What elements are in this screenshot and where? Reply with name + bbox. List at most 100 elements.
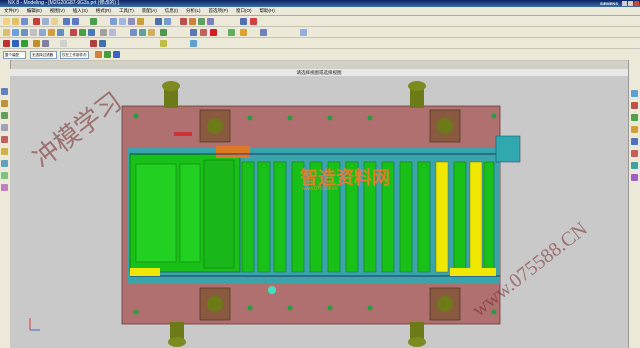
hole-icon[interactable] (30, 29, 37, 36)
menu-help[interactable]: 帮助(H) (256, 8, 279, 14)
graphics-window[interactable]: 冲模学习 智造资料网 www.075588.cn www.075588.CN (10, 76, 628, 348)
right-tool-1-icon[interactable] (631, 90, 638, 97)
render-icon[interactable] (250, 18, 257, 25)
pattern-icon[interactable] (190, 29, 197, 36)
fit-icon[interactable] (110, 18, 117, 25)
constraint-navigator-icon[interactable] (1, 100, 8, 107)
delete-icon[interactable] (210, 29, 217, 36)
assembly-navigator-icon[interactable] (1, 88, 8, 95)
process-studio-icon[interactable] (1, 172, 8, 179)
menu-view[interactable]: 视图(V) (46, 8, 69, 14)
spline-icon[interactable] (42, 40, 49, 47)
right-tool-3-icon[interactable] (631, 114, 638, 121)
right-tool-8-icon[interactable] (631, 174, 638, 181)
right-tool-2-icon[interactable] (631, 102, 638, 109)
sketch-icon[interactable] (3, 29, 10, 36)
offset-curve-icon[interactable] (99, 40, 106, 47)
revolve-icon[interactable] (21, 29, 28, 36)
undo-icon[interactable] (63, 18, 70, 25)
boss-icon[interactable] (39, 29, 46, 36)
rotate-icon[interactable] (128, 18, 135, 25)
redo-icon[interactable] (72, 18, 79, 25)
zoom-icon[interactable] (119, 18, 126, 25)
project-curve-icon[interactable] (90, 40, 97, 47)
cut-icon[interactable] (33, 18, 40, 25)
layer-icon[interactable] (189, 18, 196, 25)
close-button[interactable] (634, 1, 639, 6)
wcs-icon[interactable] (207, 18, 214, 25)
trim-body-icon[interactable] (139, 29, 146, 36)
replace-face-icon[interactable] (240, 29, 247, 36)
pad-icon[interactable] (57, 29, 64, 36)
surface-icon[interactable] (300, 29, 307, 36)
mirror-icon[interactable] (160, 29, 167, 36)
offset-face-icon[interactable] (130, 29, 137, 36)
subtract-icon[interactable] (79, 29, 86, 36)
chamfer-icon[interactable] (109, 29, 116, 36)
menu-insert[interactable]: 插入(S) (69, 8, 92, 14)
paste-icon[interactable] (51, 18, 58, 25)
draft-icon[interactable] (200, 29, 207, 36)
reuse-library-icon[interactable] (1, 124, 8, 131)
intersect-icon[interactable] (88, 29, 95, 36)
point-icon[interactable] (33, 40, 40, 47)
type-filter-select[interactable]: 整个装配 (3, 51, 26, 59)
history-icon[interactable] (1, 148, 8, 155)
menu-window[interactable]: 窗口(O) (232, 8, 256, 14)
part-navigator-icon[interactable] (1, 112, 8, 119)
selection-scope-select[interactable]: 无选择过滤器 (30, 51, 57, 59)
wireframe-icon[interactable] (164, 18, 171, 25)
menu-preferences[interactable]: 首选项(P) (205, 8, 233, 14)
menu-edit[interactable]: 编辑(E) (23, 8, 46, 14)
snap-end-icon[interactable] (95, 51, 102, 58)
circle-icon[interactable] (21, 40, 28, 47)
minimize-button[interactable] (622, 1, 627, 6)
unite-icon[interactable] (70, 29, 77, 36)
right-tool-5-icon[interactable] (631, 138, 638, 145)
shaded-icon[interactable] (155, 18, 162, 25)
work-part-select[interactable]: 仅在工作部件内 (60, 51, 89, 59)
right-tool-4-icon[interactable] (631, 126, 638, 133)
menu-assemblies[interactable]: 装配(A) (138, 8, 161, 14)
title-bar: NX 8 - Modeling - [M2G20G87-9G3s.prt (修改… (0, 0, 640, 7)
rail-yellow-left (130, 268, 160, 276)
line-icon[interactable] (3, 40, 10, 47)
menu-information[interactable]: 信息(I) (161, 8, 182, 14)
right-tool-6-icon[interactable] (631, 150, 638, 157)
menu-analysis[interactable]: 分析(L) (182, 8, 205, 14)
pocket-icon[interactable] (48, 29, 55, 36)
system-materials-icon[interactable] (1, 160, 8, 167)
synchronous-icon[interactable] (260, 29, 267, 36)
pan-icon[interactable] (137, 18, 144, 25)
show-hide-icon[interactable] (198, 18, 205, 25)
guide-post-bottom-left-cap (168, 337, 186, 347)
maximize-button[interactable] (628, 1, 633, 6)
measure-icon[interactable] (180, 18, 187, 25)
web-browser-icon[interactable] (1, 136, 8, 143)
constraint-icon[interactable] (190, 40, 197, 47)
open-icon[interactable] (12, 18, 19, 25)
arc-icon[interactable] (12, 40, 19, 47)
dimension-icon[interactable] (160, 40, 167, 47)
text-icon[interactable] (60, 40, 67, 47)
copy-icon[interactable] (42, 18, 49, 25)
selection-bar: 整个装配 无选择过滤器 仅在工作部件内 (0, 49, 640, 61)
move-face-icon[interactable] (228, 29, 235, 36)
save-icon[interactable] (21, 18, 28, 25)
split-body-icon[interactable] (148, 29, 155, 36)
snap-mid-icon[interactable] (104, 51, 111, 58)
new-icon[interactable] (3, 18, 10, 25)
brand-label: SIEMENS (599, 1, 618, 6)
roles-icon[interactable] (1, 184, 8, 191)
menu-tools[interactable]: 工具(T) (115, 8, 138, 14)
view-icon[interactable] (240, 18, 247, 25)
forming-insert-1 (135, 163, 177, 263)
menu-bar: 文件(F) 编辑(E) 视图(V) 插入(S) 格式(R) 工具(T) 装配(A… (0, 7, 640, 16)
edge-blend-icon[interactable] (100, 29, 107, 36)
right-tool-7-icon[interactable] (631, 162, 638, 169)
menu-format[interactable]: 格式(R) (92, 8, 115, 14)
start-icon[interactable] (90, 18, 97, 25)
menu-file[interactable]: 文件(F) (0, 8, 23, 14)
snap-center-icon[interactable] (113, 51, 120, 58)
extrude-icon[interactable] (12, 29, 19, 36)
